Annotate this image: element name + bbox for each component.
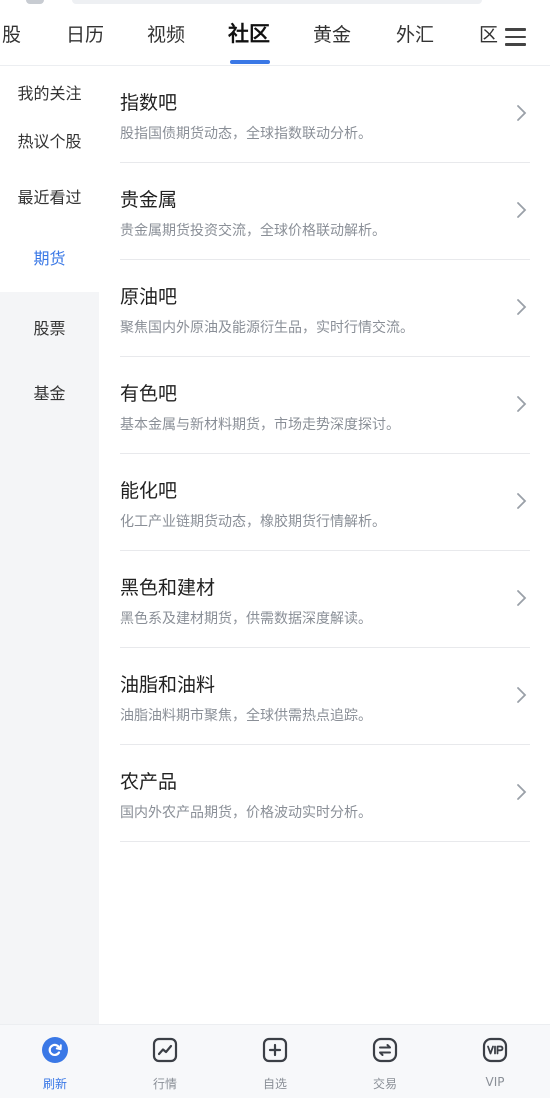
tab-video[interactable]: 视频: [147, 20, 185, 47]
search-bar[interactable]: [72, 0, 482, 4]
list-item[interactable]: 黑色和建材 黑色系及建材期货，供需数据深度解读。: [120, 551, 530, 648]
hamburger-menu-icon[interactable]: [505, 28, 526, 46]
exchange-icon: [372, 1037, 398, 1063]
list-item[interactable]: 原油吧 聚焦国内外原油及能源衍生品，实时行情交流。: [120, 260, 530, 357]
list-item-desc: 黑色系及建材期货，供需数据深度解读。: [120, 611, 372, 627]
list-item-desc: 贵金属期货投资交流，全球价格联动解析。: [120, 223, 386, 239]
list-item-title: 农产品: [120, 771, 178, 793]
list-item-desc: 油脂油料期市聚焦，全球供需热点追踪。: [120, 708, 372, 724]
list-item-title: 有色吧: [120, 383, 178, 405]
chevron-right-icon: [517, 105, 527, 121]
list-item-desc: 国内外农产品期货，价格波动实时分析。: [120, 805, 372, 821]
nav-market[interactable]: 行情: [110, 1025, 220, 1098]
list-item[interactable]: 农产品 国内外农产品期货，价格波动实时分析。: [120, 745, 530, 842]
forum-list: 指数吧 股指国债期货动态，全球指数联动分析。 贵金属 贵金属期货投资交流，全球价…: [120, 66, 530, 842]
nav-vip-label: VIP: [485, 1075, 505, 1089]
tab-forex[interactable]: 外汇: [396, 20, 434, 47]
tab-community[interactable]: 社区: [228, 18, 270, 48]
category-sidebar: 我的关注 热议个股 最近看过 期货 股票 基金: [0, 66, 99, 1024]
tab-stocks[interactable]: 股: [2, 20, 21, 47]
nav-watchlist-label: 自选: [262, 1077, 287, 1091]
sidebar-item-futures[interactable]: 期货: [0, 226, 99, 292]
nav-refresh[interactable]: 刷新: [0, 1025, 110, 1098]
active-tab-indicator: [230, 60, 270, 64]
tab-region[interactable]: 区: [479, 20, 498, 47]
list-item[interactable]: 油脂和油料 油脂油料期市聚焦，全球供需热点追踪。: [120, 648, 530, 745]
tab-gold[interactable]: 黄金: [313, 20, 351, 47]
sidebar-item-recent[interactable]: 最近看过: [0, 184, 99, 208]
chevron-right-icon: [517, 493, 527, 509]
list-item-title: 原油吧: [120, 286, 178, 308]
list-item[interactable]: 能化吧 化工产业链期货动态，橡胶期货行情解析。: [120, 454, 530, 551]
list-item-title: 油脂和油料: [120, 674, 216, 696]
vip-icon: [482, 1037, 508, 1063]
add-square-icon: [262, 1037, 288, 1063]
list-item-desc: 化工产业链期货动态，橡胶期货行情解析。: [120, 514, 386, 530]
nav-market-label: 行情: [152, 1077, 177, 1091]
chevron-right-icon: [517, 687, 527, 703]
bottom-navigation: 刷新 行情 自选 交易 VIP: [0, 1024, 550, 1098]
list-item[interactable]: 贵金属 贵金属期货投资交流，全球价格联动解析。: [120, 163, 530, 260]
list-item[interactable]: 指数吧 股指国债期货动态，全球指数联动分析。: [120, 66, 530, 163]
chevron-right-icon: [517, 202, 527, 218]
sidebar-item-following[interactable]: 我的关注: [0, 80, 99, 104]
nav-vip[interactable]: VIP: [440, 1025, 550, 1098]
list-item-desc: 基本金属与新材料期货，市场走势深度探讨。: [120, 417, 400, 433]
nav-watchlist[interactable]: 自选: [220, 1025, 330, 1098]
list-item-desc: 聚焦国内外原油及能源衍生品，实时行情交流。: [120, 320, 414, 336]
sidebar-item-funds[interactable]: 基金: [0, 380, 99, 404]
list-item-title: 指数吧: [120, 92, 178, 114]
chart-icon: [152, 1037, 178, 1063]
nav-trade-label: 交易: [372, 1077, 397, 1091]
avatar-icon[interactable]: [26, 0, 44, 4]
refresh-icon: [42, 1037, 68, 1063]
list-item-desc: 股指国债期货动态，全球指数联动分析。: [120, 126, 372, 142]
tab-calendar[interactable]: 日历: [66, 20, 104, 47]
nav-trade[interactable]: 交易: [330, 1025, 440, 1098]
chevron-right-icon: [517, 396, 527, 412]
list-item-title: 贵金属: [120, 189, 178, 211]
category-tabs: 股 日历 视频 社区 黄金 外汇 区: [0, 8, 550, 66]
list-item-title: 能化吧: [120, 480, 178, 502]
list-item-title: 黑色和建材: [120, 577, 216, 599]
chevron-right-icon: [517, 590, 527, 606]
chevron-right-icon: [517, 784, 527, 800]
sidebar-item-stocks[interactable]: 股票: [0, 315, 99, 339]
top-search-area: [0, 0, 550, 8]
nav-refresh-label: 刷新: [42, 1077, 67, 1091]
chevron-right-icon: [517, 299, 527, 315]
sidebar-item-hot-stocks[interactable]: 热议个股: [0, 128, 99, 152]
list-item[interactable]: 有色吧 基本金属与新材料期货，市场走势深度探讨。: [120, 357, 530, 454]
